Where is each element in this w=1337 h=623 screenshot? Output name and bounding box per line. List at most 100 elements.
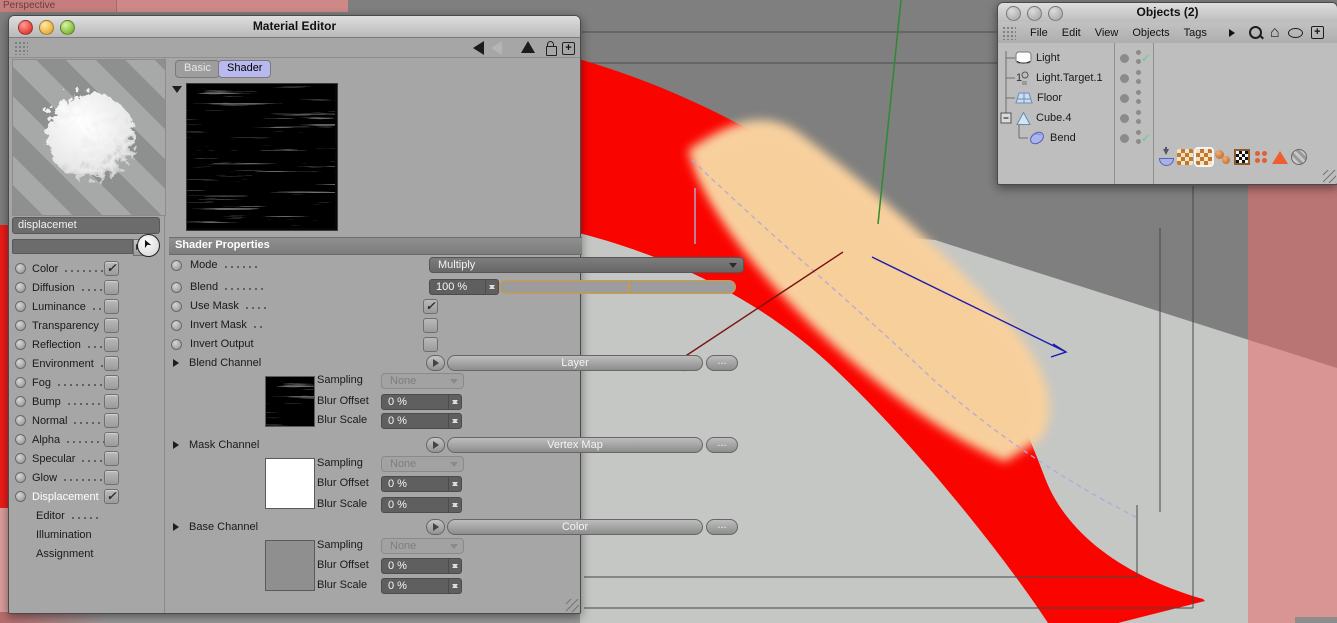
blur-scale-spinner[interactable]: 0 % [381, 578, 462, 594]
channel-checkbox[interactable] [104, 470, 119, 485]
blur-offset-spinner[interactable]: 0 % [381, 476, 462, 492]
sampling-dropdown[interactable]: None [381, 373, 464, 389]
stepper-icon[interactable] [448, 395, 461, 409]
mask-channel-thumbnail[interactable] [265, 458, 315, 509]
channel-item-glow[interactable]: Glow [15, 468, 119, 487]
channel-item-color[interactable]: Color [15, 259, 119, 278]
channel-item-transparency[interactable]: Transparency [15, 316, 119, 335]
channel-checkbox[interactable] [104, 356, 119, 371]
blend-channel-thumbnail[interactable] [265, 376, 315, 427]
resize-grip[interactable] [1323, 170, 1336, 183]
layer-dot[interactable] [1120, 54, 1129, 63]
blend-channel-shader-button[interactable]: Layer [447, 355, 703, 371]
search-icon[interactable] [1248, 26, 1262, 39]
layer-dot[interactable] [1120, 114, 1129, 123]
channel-checkbox[interactable] [104, 451, 119, 466]
stepper-icon[interactable] [448, 414, 461, 428]
blur-offset-spinner[interactable]: 0 % [381, 558, 462, 574]
channel-item-specular[interactable]: Specular [15, 449, 119, 468]
pick-cursor-button[interactable] [137, 234, 160, 257]
enabled-check-icon[interactable]: ✓ [1141, 132, 1150, 145]
enabled-check-icon[interactable]: ✓ [1141, 52, 1150, 65]
channel-item-luminance[interactable]: Luminance [15, 297, 119, 316]
channel-item-normal[interactable]: Normal [15, 411, 119, 430]
channel-checkbox[interactable] [104, 394, 119, 409]
material-name-field[interactable]: displacemet [12, 217, 160, 234]
editor-visibility-dot[interactable] [1136, 90, 1141, 95]
stepper-icon[interactable] [485, 280, 498, 294]
lock-icon[interactable] [546, 41, 557, 56]
material-search-field[interactable] [12, 239, 133, 254]
blend-value-spinner[interactable]: 100 % [429, 279, 499, 295]
tag-uvw-icon[interactable] [1234, 149, 1250, 165]
tag-texture-icon[interactable] [1177, 149, 1193, 165]
render-visibility-dot[interactable] [1136, 119, 1141, 124]
stepper-icon[interactable] [448, 559, 461, 573]
layer-dot[interactable] [1120, 74, 1129, 83]
channel-checkbox[interactable] [104, 261, 119, 276]
use-mask-checkbox[interactable] [423, 298, 438, 314]
mode-dropdown[interactable]: Multiply [429, 257, 744, 273]
menu-objects[interactable]: Objects [1132, 27, 1169, 39]
channel-checkbox[interactable] [104, 432, 119, 447]
sampling-dropdown[interactable]: None [381, 456, 464, 472]
stepper-icon[interactable] [448, 477, 461, 491]
channel-item-assignment[interactable]: Assignment [15, 544, 119, 563]
stepper-icon[interactable] [448, 579, 461, 593]
history-back-icon[interactable] [473, 41, 484, 55]
stepper-icon[interactable] [448, 498, 461, 512]
menu-tags[interactable]: Tags [1184, 27, 1207, 39]
tag-fillet-icon[interactable] [1158, 147, 1174, 166]
viewport-tab[interactable]: Perspective [0, 0, 117, 12]
tree-item-floor[interactable]: Floor [998, 88, 1114, 108]
drag-grip-icon[interactable] [14, 41, 28, 55]
channel-preview-button[interactable] [426, 355, 445, 371]
channel-item-diffusion[interactable]: Diffusion [15, 278, 119, 297]
tree-item-light[interactable]: Light [998, 48, 1114, 68]
channel-item-illumination[interactable]: Illumination [15, 525, 119, 544]
expand-triangle-icon[interactable] [173, 523, 183, 531]
new-panel-icon[interactable]: + [562, 42, 575, 55]
base-channel-shader-button[interactable]: Color [447, 519, 703, 535]
expand-triangle-icon[interactable] [173, 359, 183, 367]
editor-visibility-dot[interactable] [1136, 70, 1141, 75]
history-forward-icon[interactable] [491, 41, 502, 55]
menu-overflow-icon[interactable] [1228, 28, 1239, 37]
base-channel-thumbnail[interactable] [265, 540, 315, 591]
render-visibility-dot[interactable] [1136, 79, 1141, 84]
tree-item-cube4[interactable]: Cube.4 [998, 108, 1114, 128]
tab-shader[interactable]: Shader [218, 60, 272, 78]
blur-scale-spinner[interactable]: 0 % [381, 497, 462, 513]
more-button[interactable]: ... [706, 355, 738, 371]
channel-item-reflection[interactable]: Reflection [15, 335, 119, 354]
shader-texture-preview[interactable] [186, 83, 338, 231]
channel-checkbox[interactable] [104, 318, 119, 333]
channel-checkbox[interactable] [104, 299, 119, 314]
material-preview[interactable] [12, 59, 166, 216]
parent-up-icon[interactable] [521, 41, 535, 53]
channel-item-displacement[interactable]: Displacement [15, 487, 119, 506]
layer-dot[interactable] [1120, 94, 1129, 103]
menu-edit[interactable]: Edit [1062, 27, 1081, 39]
home-icon[interactable]: ⌂ [1270, 24, 1280, 40]
blur-offset-spinner[interactable]: 0 % [381, 394, 462, 410]
tag-texture-selected-icon[interactable] [1194, 147, 1214, 167]
channel-checkbox[interactable] [104, 413, 119, 428]
more-button[interactable]: ... [706, 437, 738, 453]
resize-grip[interactable] [566, 599, 579, 612]
more-button[interactable]: ... [706, 519, 738, 535]
editor-visibility-dot[interactable] [1136, 110, 1141, 115]
channel-item-editor[interactable]: Editor [15, 506, 119, 525]
channel-preview-button[interactable] [426, 519, 445, 535]
tree-item-bend[interactable]: Bend [998, 128, 1114, 148]
channel-item-environment[interactable]: Environment [15, 354, 119, 373]
channel-item-bump[interactable]: Bump [15, 392, 119, 411]
new-panel-icon[interactable]: + [1310, 26, 1324, 39]
mask-channel-shader-button[interactable]: Vertex Map [447, 437, 703, 453]
collapse-triangle-icon[interactable] [172, 86, 182, 98]
invert-output-checkbox[interactable] [423, 336, 438, 352]
menu-view[interactable]: View [1095, 27, 1119, 39]
sampling-dropdown[interactable]: None [381, 538, 464, 554]
tag-point-selection-icon[interactable] [1253, 149, 1269, 165]
channel-item-alpha[interactable]: Alpha [15, 430, 119, 449]
